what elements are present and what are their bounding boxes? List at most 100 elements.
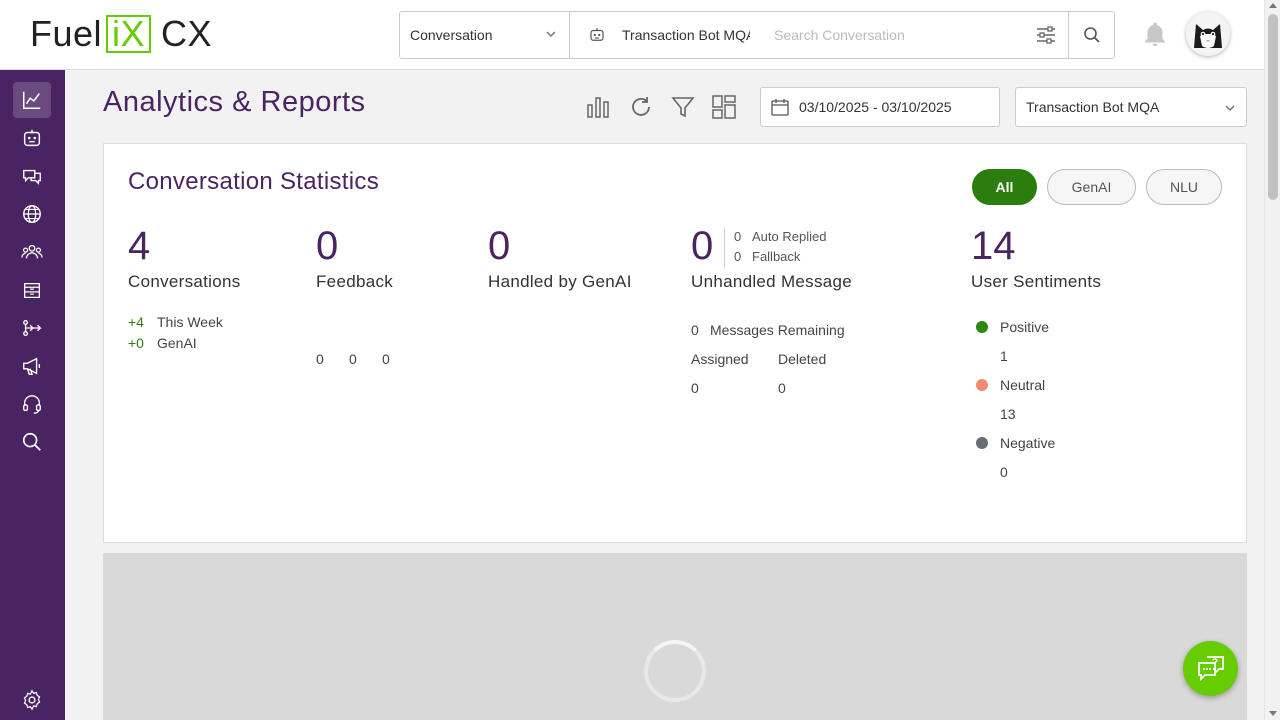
- auto-replied-label: Auto Replied: [752, 229, 827, 244]
- negative-dot: [976, 437, 988, 449]
- cat-avatar-icon: [1186, 12, 1230, 56]
- fuelix-logo[interactable]: Fuel iX CX: [30, 13, 213, 54]
- advanced-filter-button[interactable]: [1024, 12, 1068, 58]
- flow-icon: [23, 319, 42, 337]
- conversations-label: Conversations: [128, 272, 241, 291]
- scroll-down-arrow[interactable]: [1269, 711, 1277, 716]
- calendar-icon: [771, 99, 789, 116]
- feedback-label: Feedback: [316, 272, 394, 291]
- positive-label: Positive: [1000, 319, 1050, 335]
- sliders-icon: [1037, 26, 1055, 44]
- sidebar-item-settings[interactable]: [13, 682, 51, 718]
- messages-remaining-value: 0: [691, 322, 699, 338]
- sidebar-item-search[interactable]: [13, 424, 51, 460]
- neutral-label: Neutral: [1000, 377, 1046, 393]
- messages-remaining-label: Messages Remaining: [710, 322, 845, 338]
- assigned-value: 0: [691, 380, 699, 396]
- search-icon: [22, 432, 41, 451]
- page-title: Analytics & Reports: [103, 86, 366, 118]
- genai-handled-count: 0: [488, 224, 511, 268]
- negative-label: Negative: [1000, 435, 1056, 451]
- bot-icon: [590, 28, 604, 41]
- users-icon: [21, 244, 43, 259]
- unhandled-label: Unhandled Message: [691, 272, 853, 291]
- feedback-count: 0: [316, 224, 339, 268]
- bot-selector[interactable]: Transaction Bot MQA: [570, 12, 760, 58]
- globe-icon: [23, 205, 41, 223]
- scroll-up-arrow[interactable]: [1269, 3, 1277, 8]
- sidebar-item-campaigns[interactable]: [13, 348, 51, 384]
- search-conversation-input[interactable]: [760, 12, 1024, 58]
- deleted-label: Deleted: [778, 351, 827, 367]
- chart-loading-panel: [103, 553, 1247, 720]
- bot-name: Transaction Bot MQA: [622, 27, 750, 43]
- sidebar-item-bots[interactable]: [13, 120, 51, 156]
- help-chat-icon: [1197, 655, 1224, 681]
- filter-icon: [671, 97, 695, 118]
- genai-handled-label: Handled by GenAI: [488, 272, 632, 291]
- date-range-picker[interactable]: 03/10/2025 - 03/10/2025: [760, 87, 1000, 127]
- refresh-button[interactable]: [628, 94, 654, 120]
- fallback-value: 0: [734, 249, 742, 264]
- chevron-down-icon: [1225, 105, 1235, 112]
- megaphone-icon: [23, 357, 41, 375]
- chevron-down-icon: [546, 31, 556, 38]
- week-delta: +4: [128, 314, 144, 330]
- date-range-value: 03/10/2025 - 03/10/2025: [799, 99, 952, 115]
- headset-icon: [23, 395, 41, 414]
- filter-genai-button[interactable]: GenAI: [1047, 169, 1136, 205]
- search-button[interactable]: [1068, 12, 1114, 58]
- logo-cx-text: CX: [161, 13, 213, 54]
- layout-button[interactable]: [711, 94, 737, 120]
- filter-all-button[interactable]: All: [972, 169, 1037, 205]
- sentiments-count: 14: [971, 224, 1016, 268]
- dashboard-layout-icon: [712, 95, 736, 119]
- bell-icon: [1145, 22, 1165, 47]
- positive-dot: [976, 321, 988, 333]
- negative-value: 0: [1000, 464, 1008, 480]
- scrollbar-thumb[interactable]: [1268, 14, 1278, 200]
- conversation-statistics-card: Conversation Statistics All GenAI NLU 4 …: [103, 143, 1247, 543]
- sidebar-item-analytics[interactable]: [13, 82, 51, 118]
- knowledge-base-icon: [24, 282, 40, 298]
- sidebar-item-flows[interactable]: [13, 310, 51, 346]
- sidebar-item-channels[interactable]: [13, 196, 51, 232]
- sidebar: [0, 70, 65, 720]
- logo-fuel-text: Fuel: [30, 13, 103, 54]
- bot-filter-value: Transaction Bot MQA: [1026, 99, 1160, 115]
- help-chat-button[interactable]: [1183, 641, 1238, 696]
- chart-view-button[interactable]: [585, 94, 611, 120]
- page-scrollbar[interactable]: [1264, 0, 1280, 720]
- genai-delta: +0: [128, 335, 144, 351]
- intents-icon: [23, 169, 41, 185]
- positive-value: 1: [1000, 348, 1008, 364]
- loading-spinner: [644, 640, 706, 702]
- bot-icon: [23, 129, 41, 147]
- deleted-value: 0: [778, 380, 786, 396]
- analytics-icon: [23, 91, 41, 109]
- sidebar-item-support[interactable]: [13, 386, 51, 422]
- feedback-value-c: 0: [382, 351, 390, 367]
- auto-replied-value: 0: [734, 229, 742, 244]
- search-type-dropdown[interactable]: Conversation: [400, 12, 570, 58]
- bot-filter-dropdown[interactable]: Transaction Bot MQA: [1015, 87, 1247, 127]
- filter-button[interactable]: [670, 94, 696, 120]
- sidebar-item-knowledge-base[interactable]: [13, 272, 51, 308]
- filter-nlu-button[interactable]: NLU: [1146, 169, 1222, 205]
- assigned-label: Assigned: [691, 351, 749, 367]
- sidebar-item-intents[interactable]: [13, 158, 51, 194]
- genai-delta-label: GenAI: [157, 335, 197, 351]
- sentiments-label: User Sentiments: [971, 272, 1102, 291]
- refresh-icon: [632, 97, 650, 116]
- unhandled-divider: [724, 228, 725, 268]
- bar-chart-icon: [587, 97, 609, 118]
- neutral-dot: [976, 379, 988, 391]
- conversations-count: 4: [128, 224, 151, 268]
- sidebar-item-users[interactable]: [13, 234, 51, 270]
- user-avatar[interactable]: [1186, 12, 1230, 56]
- search-type-value: Conversation: [410, 27, 493, 43]
- notifications-button[interactable]: [1140, 20, 1170, 55]
- feedback-value-a: 0: [316, 351, 324, 367]
- top-header: Fuel iX CX Conversation Transaction Bot …: [0, 0, 1264, 70]
- logo-ix-text: iX: [106, 15, 152, 53]
